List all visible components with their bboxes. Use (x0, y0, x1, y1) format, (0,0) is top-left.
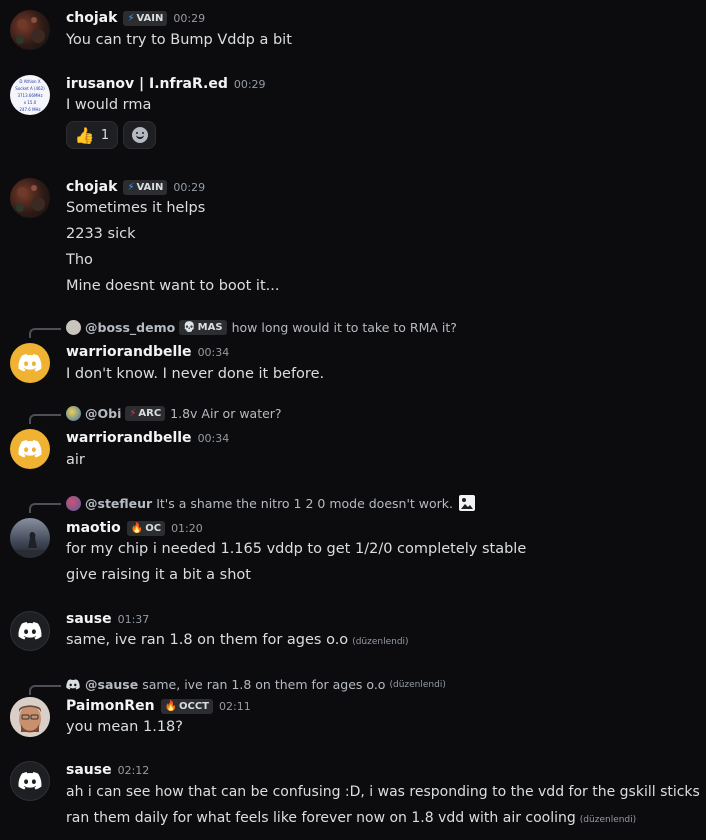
avatar-image (16, 17, 45, 44)
svg-text:247.6 MHz: 247.6 MHz (19, 107, 40, 112)
message-text: air (66, 452, 85, 468)
message-text: Mine doesnt want to boot it... (66, 278, 280, 294)
avatar-irusanov[interactable]: D Athlon X Socket A (462) 3713.66MHz x 1… (10, 75, 50, 115)
add-reaction-icon (131, 127, 148, 143)
reaction-thumbs-up[interactable]: 👍 1 (66, 121, 118, 149)
lightning-icon: ⚡ (129, 408, 137, 419)
reply-author[interactable]: @boss_demo (85, 320, 175, 335)
message-text: Sometimes it helps (66, 200, 206, 216)
message-text: I would rma (66, 97, 152, 113)
message-text: You can try to Bump Vddp a bit (66, 32, 292, 48)
edited-label: (düzenlendi) (389, 679, 446, 690)
reply-preview[interactable]: @sause same, ive ran 1.8 on them for age… (66, 677, 446, 692)
discord-logo-icon (18, 622, 42, 640)
avatar-mini (66, 320, 81, 335)
reaction-count: 1 (100, 127, 110, 143)
reply-connector (29, 414, 61, 424)
edited-label: (düzenlendi) (579, 815, 637, 825)
reply-connector (29, 685, 61, 695)
timestamp: 00:34 (197, 345, 230, 359)
reply-text: how long would it to take to RMA it? (231, 320, 457, 335)
author-name[interactable]: irusanov | I.nfraR.ed (66, 76, 228, 92)
author-name[interactable]: maotio (66, 520, 121, 536)
avatar-image (10, 697, 50, 737)
reply-preview[interactable]: @stefleur It's a shame the nitro 1 2 0 m… (66, 495, 475, 511)
message-text: ran them daily for what feels like forev… (66, 810, 637, 826)
author-name[interactable]: warriorandbelle (66, 430, 192, 446)
author-name[interactable]: PaimonRen (66, 698, 155, 714)
timestamp: 02:11 (219, 699, 251, 713)
timestamp: 00:29 (173, 11, 206, 25)
avatar-mini (66, 495, 81, 511)
reply-author[interactable]: @stefleur (85, 496, 152, 511)
lightning-icon: ⚡ (127, 181, 135, 193)
edited-label: (düzenlendi) (352, 637, 409, 647)
reply-preview[interactable]: @Obi ⚡ ARC 1.8v Air or water? (66, 406, 282, 421)
timestamp: 01:37 (117, 612, 150, 626)
timestamp: 00:29 (233, 77, 266, 91)
svg-text:Socket A (462): Socket A (462) (15, 86, 45, 91)
svg-text:D Athlon X: D Athlon X (19, 79, 40, 84)
timestamp: 02:12 (117, 763, 150, 777)
avatar-sause[interactable] (10, 611, 50, 651)
discord-logo-icon (18, 772, 42, 790)
message-text: I don't know. I never done it before. (66, 366, 325, 382)
avatar-warriorandbelle[interactable] (10, 343, 50, 383)
author-name[interactable]: sause (66, 611, 112, 627)
role-tag: 🔥 OCCT (160, 698, 213, 714)
role-tag: 🔥 OC (126, 520, 166, 536)
role-tag: ⚡ VAIN (123, 10, 168, 26)
avatar-paimonren[interactable] (10, 697, 50, 737)
image-icon (459, 495, 475, 511)
role-tag: ⚡ ARC (125, 406, 166, 421)
message-text: Tho (66, 252, 93, 268)
role-tag: 💀 MAS (179, 320, 227, 335)
discord-logo-icon (18, 440, 42, 458)
avatar-warriorandbelle[interactable] (10, 429, 50, 469)
reply-text: 1.8v Air or water? (170, 406, 282, 421)
message-text: same, ive ran 1.8 on them for ages o.o (d… (66, 632, 409, 648)
avatar-chojak[interactable] (10, 10, 50, 50)
discord-logo-icon (66, 679, 80, 690)
reply-text: same, ive ran 1.8 on them for ages o.o (142, 677, 386, 692)
add-reaction-button[interactable] (123, 121, 156, 149)
author-name[interactable]: chojak (66, 10, 117, 26)
message-text: ah i can see how that can be confusing :… (66, 784, 700, 800)
avatar-mini (66, 406, 81, 421)
reply-text: It's a shame the nitro 1 2 0 mode doesn'… (156, 495, 453, 511)
reply-author[interactable]: @sause (85, 677, 138, 692)
fire-icon: 🔥 (130, 522, 144, 534)
discord-logo-icon (18, 354, 42, 372)
message-text: for my chip i needed 1.165 vddp to get 1… (66, 541, 527, 557)
avatar-chojak[interactable] (10, 178, 50, 218)
avatar-maotio[interactable] (10, 518, 50, 558)
reply-connector (29, 328, 61, 338)
author-name[interactable]: warriorandbelle (66, 344, 192, 360)
svg-text:x 15.0: x 15.0 (24, 100, 37, 105)
fire-icon: 🔥 (164, 700, 177, 712)
timestamp: 00:29 (173, 180, 206, 194)
message-text: give raising it a bit a shot (66, 567, 251, 583)
avatar-image: D Athlon X Socket A (462) 3713.66MHz x 1… (15, 79, 45, 112)
thumbs-up-icon: 👍 (74, 125, 95, 145)
message-text: 2233 sick (66, 226, 136, 242)
avatar-image (16, 185, 45, 212)
reply-connector (29, 503, 61, 513)
skull-icon: 💀 (183, 322, 196, 333)
avatar-image (10, 532, 50, 558)
author-name[interactable]: chojak (66, 179, 117, 195)
svg-text:3713.66MHz: 3713.66MHz (17, 93, 42, 98)
author-name[interactable]: sause (66, 762, 112, 778)
timestamp: 01:20 (171, 521, 203, 535)
lightning-icon: ⚡ (127, 12, 135, 24)
avatar-sause[interactable] (10, 761, 50, 801)
message-text: you mean 1.18? (66, 719, 183, 735)
reply-preview[interactable]: @boss_demo 💀 MAS how long would it to tak… (66, 320, 457, 335)
reply-author[interactable]: @Obi (85, 406, 121, 421)
role-tag: ⚡ VAIN (123, 179, 168, 195)
timestamp: 00:34 (197, 431, 230, 445)
